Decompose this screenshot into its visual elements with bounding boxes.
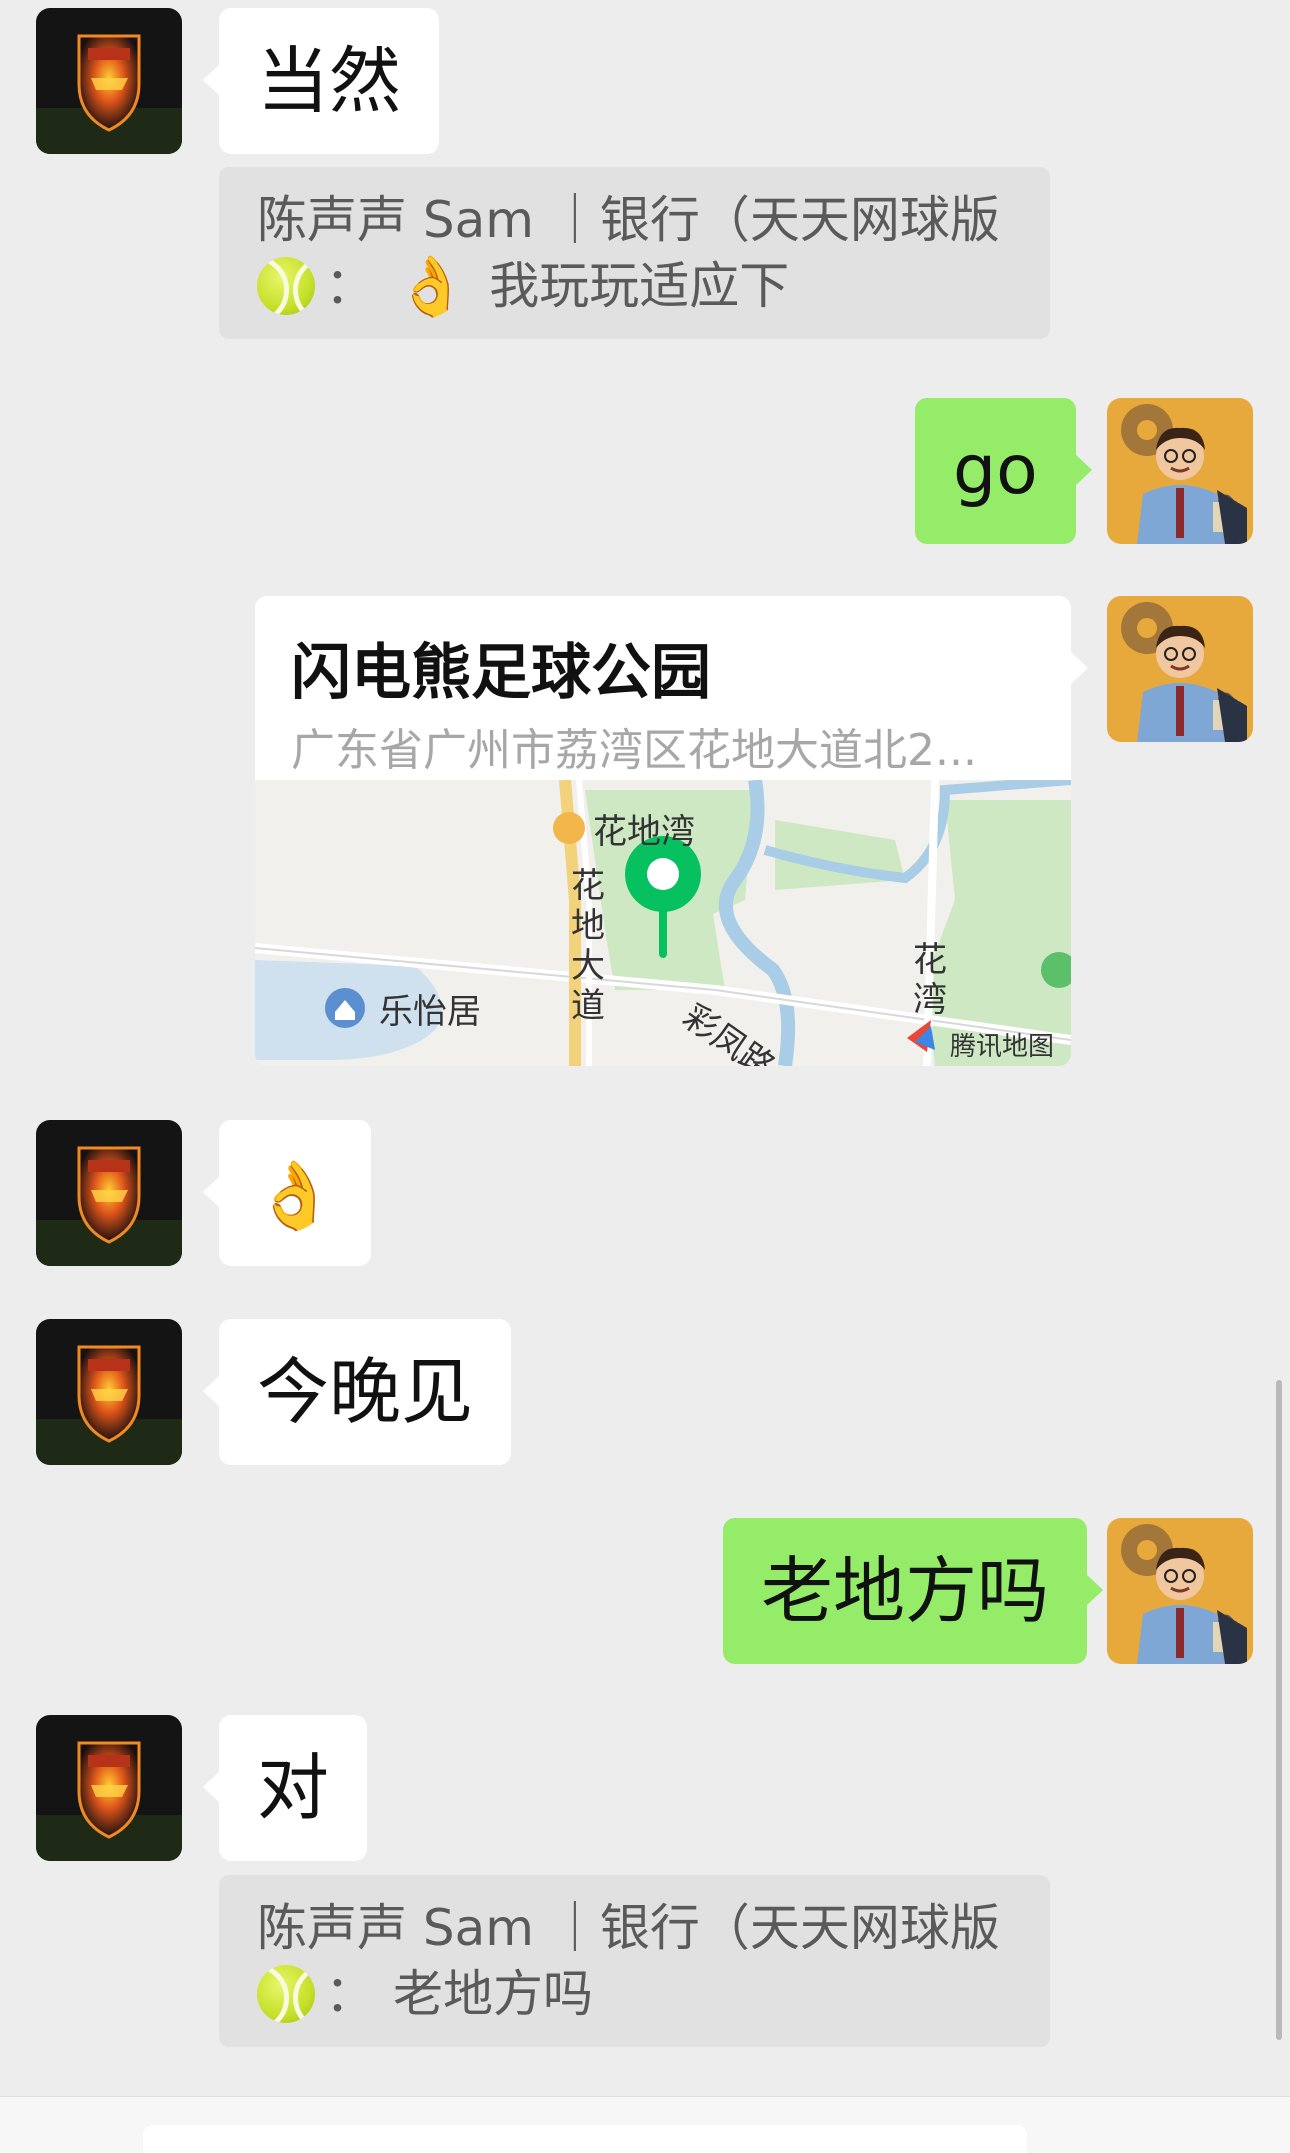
location-address: 广东省广州市荔湾区花地大道北2...	[291, 725, 977, 776]
message-input[interactable]	[143, 2125, 1027, 2153]
location-card[interactable]: 闪电熊足球公园 广东省广州市荔湾区花地大道北2... 花地湾 花地大道 乐怡居 …	[255, 596, 1071, 1066]
map-label-leyiju: 乐怡居	[379, 992, 481, 1032]
location-title: 闪电熊足球公园	[291, 638, 711, 708]
arsenal-crest-avatar	[36, 1120, 182, 1266]
map-label-huadi-road: 花地大道	[571, 866, 605, 1026]
message-text: go	[953, 431, 1038, 510]
scrollbar[interactable]	[1276, 1380, 1282, 2040]
message-text: 当然	[257, 39, 402, 123]
quote-text: 我玩玩适应下	[489, 257, 790, 315]
self-avatar[interactable]	[1107, 596, 1253, 742]
contact-avatar[interactable]	[36, 8, 182, 154]
ok-hand-emoji: 👌	[253, 1157, 337, 1234]
contact-avatar[interactable]	[36, 1319, 182, 1465]
contact-avatar[interactable]	[36, 1120, 182, 1266]
map-label-huawan: 花湾	[913, 940, 947, 1020]
cartoon-man-avatar	[1107, 596, 1253, 742]
message-bubble[interactable]: 当然	[202, 8, 440, 154]
arsenal-crest-avatar	[36, 8, 182, 154]
self-avatar[interactable]	[1107, 1518, 1253, 1664]
message-text: 对	[257, 1746, 330, 1830]
map-label-huadiwan: 花地湾	[593, 812, 695, 852]
cartoon-man-avatar	[1107, 398, 1253, 544]
quoted-reply[interactable]: 陈声声 Sam ｜银行（天天网球版 ： 👌 我玩玩适应下	[219, 167, 1050, 339]
location-map[interactable]: 花地湾 花地大道 乐怡居 彩凤路 花湾 腾讯地图	[255, 780, 1071, 1066]
ok-hand-emoji: 👌	[395, 252, 468, 320]
arsenal-crest-avatar	[36, 1319, 182, 1465]
message-bubble-self[interactable]: 老地方吗	[723, 1518, 1104, 1664]
contact-avatar[interactable]	[36, 1715, 182, 1861]
quote-sender: 陈声声 Sam ｜银行（天天网球版	[257, 191, 1000, 249]
tennis-ball-emoji	[257, 1965, 315, 2023]
quoted-reply[interactable]: 陈声声 Sam ｜银行（天天网球版 ： 老地方吗	[219, 1875, 1050, 2047]
map-provider-label: 腾讯地图	[950, 1032, 1055, 1062]
chat-input-bar	[0, 2096, 1290, 2153]
message-bubble[interactable]: 今晚见	[202, 1319, 512, 1465]
message-bubble-self[interactable]: go	[915, 398, 1092, 544]
self-avatar[interactable]	[1107, 398, 1253, 544]
arsenal-crest-avatar	[36, 1715, 182, 1861]
quote-text: 老地方吗	[393, 1965, 593, 2023]
tennis-ball-emoji	[257, 257, 315, 315]
bubble-tail	[1071, 652, 1088, 684]
cartoon-man-avatar	[1107, 1518, 1253, 1664]
message-bubble[interactable]: 👌	[203, 1120, 371, 1266]
message-text: 老地方吗	[761, 1549, 1050, 1633]
quote-sender: 陈声声 Sam ｜银行（天天网球版	[257, 1899, 1000, 1957]
message-bubble[interactable]: 对	[202, 1715, 368, 1861]
message-text: 今晚见	[257, 1350, 474, 1434]
